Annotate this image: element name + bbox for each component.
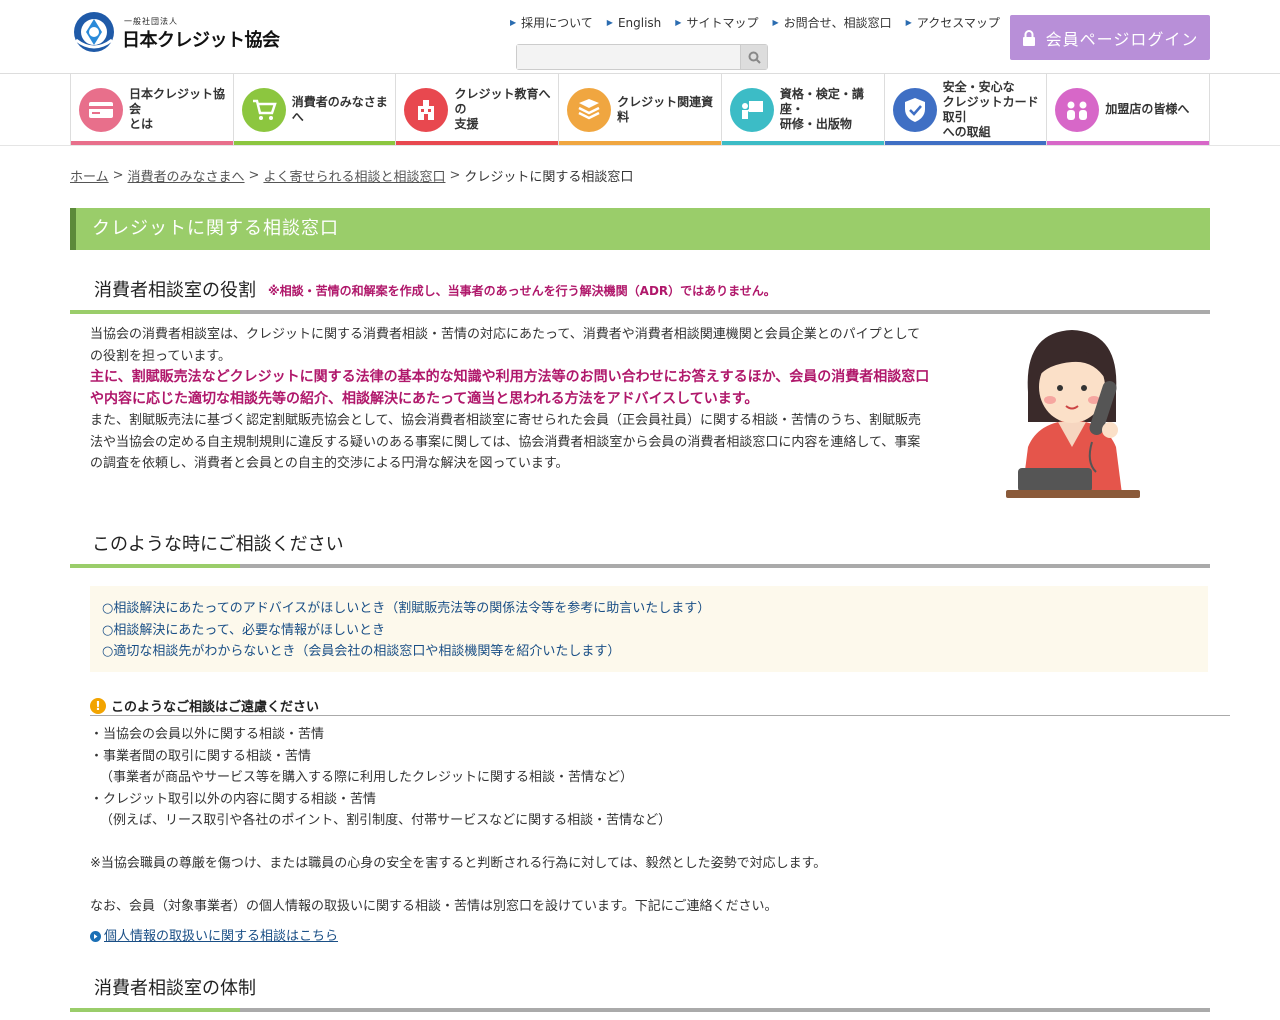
search-icon [748,51,761,64]
nav-item-materials[interactable]: クレジット関連資料 [559,74,722,145]
section-title: このような時にご相談ください [92,534,344,555]
member-login-button[interactable]: 会員ページログイン [1010,15,1210,60]
role-paragraph-emphasis: 主に、割賦販売法などクレジットに関する法律の基本的な知識や利用方法等のお問い合わ… [90,369,930,407]
caution-item-detail: （事業者が商品やサービス等を購入する際に利用したクレジットに関する相談・苦情など… [100,770,634,785]
caution-title: このようなご相談はご遠慮ください [111,700,320,715]
nav-label: クレジット関連資料 [617,94,714,124]
consult-situation-item: ○相談解決にあたってのアドバイスがほしいとき（割賦販売法等の関係法令等を参考に助… [102,601,711,616]
site-search [516,44,768,70]
page-title: クレジットに関する相談窓口 [70,208,1210,250]
heading-underline [240,310,1210,314]
exclamation-icon: ! [90,697,106,714]
shield-check-icon [892,87,937,132]
consult-situations-box: ○相談解決にあたってのアドバイスがほしいとき（割賦販売法等の関係法令等を参考に助… [90,586,1208,672]
arrow-right-icon: ▶ [510,18,517,27]
search-button[interactable] [740,45,767,69]
caution-item: ・クレジット取引以外の内容に関する相談・苦情 [90,791,377,807]
section-heading-structure: 消費者相談室の体制 [70,966,1210,1012]
books-icon [567,87,612,132]
chevron-right-icon: > [449,168,461,183]
member-login-label: 会員ページログイン [1045,29,1199,49]
chevron-right-icon: > [248,168,260,183]
utility-link-sitemap[interactable]: ▶ サイトマップ [675,14,758,31]
operator-on-phone-illustration [1006,330,1140,498]
consult-situation-item: ○相談解決にあたって、必要な情報がほしいとき [102,622,386,638]
privacy-consult-link-row: 個人情報の取扱いに関する相談はこちら [90,926,338,947]
nav-label: クレジット教育への 支援 [454,87,551,131]
adr-note: ※相談・苦情の和解案を作成し、当事者のあっせんを行う解決機関（ADR）ではありま… [268,284,776,298]
nav-item-about[interactable]: 日本クレジット協会 とは [71,74,234,145]
arrow-right-icon: ▶ [772,18,779,27]
search-input[interactable] [517,45,741,69]
lock-icon [1022,29,1036,46]
utility-link-english[interactable]: ▶ English [607,14,662,31]
role-description: 当協会の消費者相談室は、クレジットに関する消費者相談・苦情の対応にあたって、消費… [90,324,930,475]
section-heading-when-to-consult: このような時にご相談ください [70,522,1210,568]
caution-list: ・当協会の会員以外に関する相談・苦情 ・事業者間の取引に関する相談・苦情 （事業… [90,724,1190,832]
heading-underline-accent [70,1008,240,1012]
nav-label: 日本クレジット協会 とは [129,87,226,131]
arrow-right-icon: ▶ [905,18,912,27]
utility-links: ▶ 採用について ▶ English ▶ サイトマップ ▶ お問合せ、相談窓口 ▶ アクセ… [510,14,1000,31]
caution-item-detail: （例えば、リース取引や各社のポイント、割引制度、付帯サービスなどに関する相談・苦… [100,813,672,828]
heading-underline-accent [70,310,240,314]
global-nav: 日本クレジット協会 とは 消費者のみなさまへ クレジット教育への 支援 クレジッ… [70,74,1211,145]
role-paragraph-3: また、割賦販売法に基づく認定割賦販売協会として、協会消費者相談室に寄せられた会員… [90,413,921,471]
nav-item-security[interactable]: 安全・安心な クレジットカード取引 への取組 [884,74,1048,145]
card-icon [79,87,123,132]
privacy-consult-link[interactable]: 個人情報の取扱いに関する相談はこちら [104,926,338,947]
breadcrumb-home[interactable]: ホーム [70,166,109,185]
consult-situation-item: ○適切な相談先がわからないとき（会員会社の相談窓口や相談機関等を紹介いたします） [102,644,621,659]
nav-item-qualifications[interactable]: 資格・検定・講座・ 研修・出版物 [721,74,885,145]
nav-item-education[interactable]: クレジット教育への 支援 [396,74,560,145]
people-icon [1055,87,1100,132]
staff-dignity-notice: ※当協会職員の尊厳を傷つけ、または職員の心身の安全を害すると判断される行為に対し… [90,856,827,871]
nav-label: 加盟店の皆様へ [1105,102,1190,116]
school-icon [404,87,449,132]
nav-item-merchants[interactable]: 加盟店の皆様へ [1047,74,1211,145]
utility-link-contact[interactable]: ▶ お問合せ、相談窓口 [772,14,891,31]
nav-label: 資格・検定・講座・ 研修・出版物 [779,87,864,131]
logo-title: 日本クレジット協会 [122,30,280,51]
chevron-right-icon: > [112,168,124,183]
role-paragraph-1: 当協会の消費者相談室は、クレジットに関する消費者相談・苦情の対応にあたって、消費… [90,327,921,364]
caution-item: ・事業者間の取引に関する相談・苦情 [90,748,312,764]
logo-mark-icon [74,12,114,52]
site-logo[interactable]: 一般社団法人 日本クレジット協会 [72,10,280,54]
caution-heading: ! このようなご相談はご遠慮ください [90,696,1230,716]
section-title: 消費者相談室の役割 [94,280,256,301]
breadcrumb-consumers[interactable]: 消費者のみなさまへ [128,166,245,185]
utility-link-access[interactable]: ▶ アクセスマップ [906,14,1000,31]
breadcrumb-current: クレジットに関する相談窓口 [464,170,634,185]
arrow-right-icon: ▶ [675,18,682,27]
breadcrumb: ホーム > 消費者のみなさまへ > よく寄せられる相談と相談窓口 > クレジット… [70,166,633,185]
site-header: 一般社団法人 日本クレジット協会 ▶ 採用について ▶ English ▶ サイトマッ… [0,0,1280,74]
arrow-circle-right-icon [90,931,101,942]
utility-link-recruit[interactable]: ▶ 採用について [510,14,593,31]
nav-divider [0,145,1280,146]
heading-underline [240,1008,1210,1012]
nav-item-consumers[interactable]: 消費者のみなさまへ [233,74,397,145]
arrow-right-icon: ▶ [606,18,613,27]
caution-item: ・当協会の会員以外に関する相談・苦情 [90,727,325,742]
nav-label: 安全・安心な クレジットカード取引 への取組 [942,79,1039,139]
heading-underline [240,564,1210,568]
section-heading-role: 消費者相談室の役割 ※相談・苦情の和解案を作成し、当事者のあっせんを行う解決機関… [70,268,1210,314]
presentation-icon [729,87,774,132]
section-title: 消費者相談室の体制 [94,978,256,999]
heading-underline-accent [70,564,240,568]
privacy-contact-notice: なお、会員（対象事業者）の個人情報の取扱いに関する相談・苦情は別窓口を設けていま… [90,899,778,914]
shopping-cart-icon [241,87,286,132]
nav-label: 消費者のみなさまへ [291,94,388,124]
breadcrumb-faq[interactable]: よく寄せられる相談と相談窓口 [263,166,445,185]
